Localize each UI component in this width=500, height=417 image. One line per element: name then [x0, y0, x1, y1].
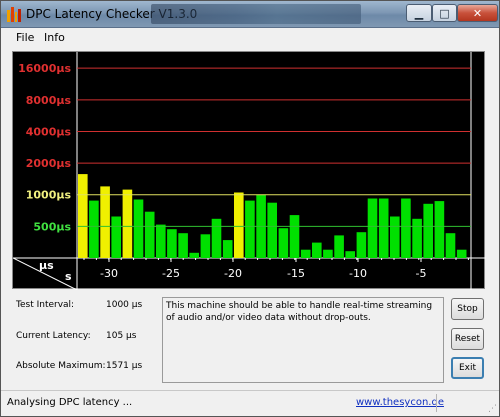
chart-bar	[345, 251, 355, 258]
close-icon: ✕	[472, 6, 483, 20]
y-tick-label: 4000µs	[26, 125, 72, 138]
title-bar[interactable]: DPC Latency Checker V1.3.0 ▁ □ ✕	[1, 1, 499, 28]
minimize-button[interactable]: ▁	[406, 4, 432, 22]
y-tick-label: 500µs	[33, 220, 71, 233]
status-text: Analysing DPC latency ...	[7, 397, 133, 408]
maximize-button[interactable]: □	[432, 4, 457, 22]
chart-bar	[456, 249, 467, 258]
exit-button[interactable]: Exit	[451, 357, 484, 379]
stop-button[interactable]: Stop	[451, 298, 484, 320]
chart-bar	[289, 215, 300, 258]
chart-bar	[78, 174, 88, 258]
x-axis-label: s	[65, 270, 72, 283]
website-link[interactable]: www.thesycon.de	[356, 397, 444, 408]
chart-bar	[434, 201, 445, 258]
chart-bar	[323, 249, 333, 258]
x-tick-label: -30	[100, 267, 118, 280]
chart-bar	[189, 252, 199, 258]
minimize-icon: ▁	[414, 6, 424, 20]
chart-bar	[412, 218, 422, 258]
test-interval-value: 1000 µs	[106, 300, 143, 310]
chart-bar	[378, 198, 389, 258]
maximize-icon: □	[439, 6, 450, 20]
x-tick-label: -15	[287, 267, 305, 280]
chart-bar	[367, 198, 378, 258]
status-separator	[436, 394, 437, 412]
chart-bar	[100, 186, 110, 258]
resize-grip-icon[interactable]: ⋰	[488, 404, 497, 414]
chart-bar	[401, 198, 411, 258]
chart-bar	[133, 199, 144, 258]
chart-bar	[445, 233, 456, 258]
x-tick-label: -10	[349, 267, 367, 280]
status-message: This machine should be able to handle re…	[162, 297, 444, 383]
chart-bar	[300, 249, 311, 258]
absolute-maximum-value: 1571 µs	[106, 361, 143, 371]
chart-bar	[423, 203, 433, 258]
reset-button[interactable]: Reset	[451, 328, 484, 350]
menu-file[interactable]: File	[16, 31, 34, 44]
chart-bar	[356, 232, 367, 258]
absolute-maximum-label: Absolute Maximum:	[16, 361, 106, 371]
chart-bar	[278, 228, 289, 258]
current-latency-label: Current Latency:	[16, 331, 91, 341]
chart-bar	[122, 189, 133, 258]
chart-bar	[167, 229, 177, 258]
y-tick-label: 2000µs	[26, 157, 72, 170]
test-interval-label: Test Interval:	[16, 300, 75, 310]
chart-bar	[334, 235, 344, 258]
background-window-blur	[151, 4, 361, 24]
y-axis-label: µs	[39, 259, 54, 272]
close-button[interactable]: ✕	[457, 4, 498, 22]
menu-bar: File Info	[1, 28, 499, 47]
x-tick-label: -25	[162, 267, 180, 280]
chart-bar	[390, 216, 400, 258]
chart-bar	[178, 233, 188, 258]
chart-bar	[111, 216, 121, 258]
latency-chart: 16000µs 8000µs 4000µs 2000µs 1000µs 500µs -30 -…	[12, 51, 486, 290]
status-bar: Analysing DPC latency ... www.thesycon.d…	[1, 390, 499, 416]
chart-bar	[312, 242, 322, 258]
menu-info[interactable]: Info	[44, 31, 65, 44]
app-icon	[7, 7, 21, 22]
chart-bar	[222, 240, 233, 258]
chart-bar	[144, 211, 155, 258]
chart-bar	[245, 200, 255, 258]
chart-bar	[234, 192, 244, 258]
x-tick-label: -20	[224, 267, 242, 280]
latency-chart-svg: 16000µs 8000µs 4000µs 2000µs 1000µs 500µs -30 -…	[13, 52, 486, 290]
y-tick-label: 1000µs	[26, 189, 72, 202]
chart-bar	[211, 218, 222, 258]
y-tick-label: 16000µs	[18, 62, 71, 75]
chart-bar	[200, 234, 211, 258]
current-latency-value: 105 µs	[106, 331, 137, 341]
chart-bar	[267, 202, 277, 258]
chart-bar	[89, 200, 99, 258]
y-tick-label: 8000µs	[26, 94, 72, 107]
x-tick-label: -5	[416, 267, 427, 280]
chart-bar	[156, 224, 166, 258]
app-window: DPC Latency Checker V1.3.0 ▁ □ ✕ File In…	[0, 0, 500, 417]
